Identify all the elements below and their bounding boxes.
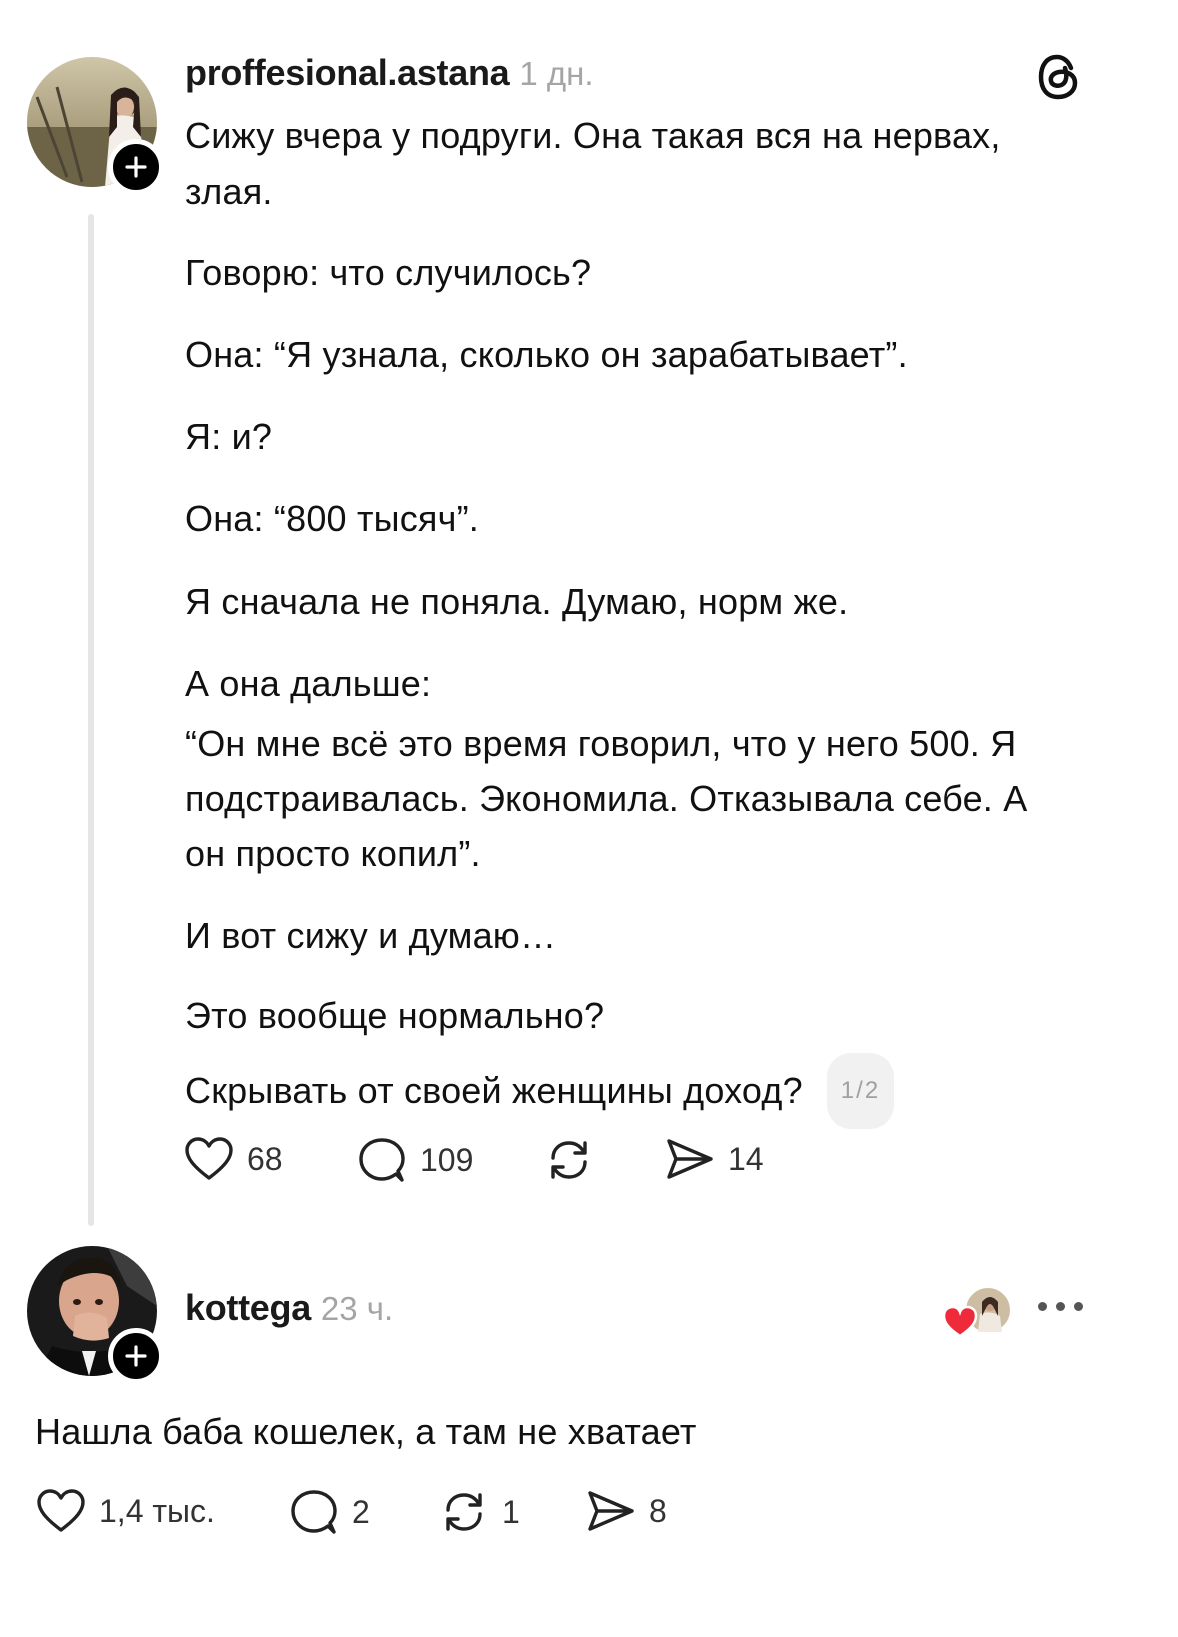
reply-header: kottega 23 ч. xyxy=(185,1287,393,1333)
post-line: Она: “Я узнала, сколько он зарабатывает”… xyxy=(185,334,908,375)
post-username[interactable]: proffesional.astana xyxy=(185,52,510,94)
reply-text: Нашла баба кошелек, а там не хватает xyxy=(35,1411,697,1452)
like-button[interactable]: 68 xyxy=(183,1136,283,1182)
post-line: Она: “800 тысяч”. xyxy=(185,498,479,539)
post-line: Скрывать от своей женщины доход? xyxy=(185,1070,803,1111)
comment-count: 109 xyxy=(420,1141,474,1178)
like-count: 68 xyxy=(247,1140,283,1177)
post-line: злая. xyxy=(185,171,273,212)
post-line: И вот сижу и думаю… xyxy=(185,915,557,956)
reply-comment-button[interactable]: 2 xyxy=(288,1488,370,1536)
reply-like-count: 1,4 тыс. xyxy=(99,1492,215,1529)
post-line: Я: и? xyxy=(185,416,273,457)
post-header: proffesional.astana 1 дн. xyxy=(185,52,594,98)
post-line: Говорю: что случилось? xyxy=(185,252,592,293)
post-line: он просто копил”. xyxy=(185,833,481,874)
more-options-icon[interactable] xyxy=(1038,1302,1083,1311)
share-button[interactable]: 14 xyxy=(664,1136,764,1182)
reply-username[interactable]: kottega xyxy=(185,1287,311,1329)
post-line: А она дальше: xyxy=(185,663,432,704)
send-icon xyxy=(667,1139,713,1179)
heart-icon xyxy=(37,1489,85,1532)
send-icon xyxy=(588,1491,634,1531)
threads-icon[interactable] xyxy=(1035,52,1083,107)
post-line: Я сначала не поняла. Думаю, норм же. xyxy=(185,581,849,622)
post-line: подстраивалась. Экономила. Отказывала се… xyxy=(185,778,1028,819)
reply-comment-count: 2 xyxy=(352,1493,370,1530)
comment-icon xyxy=(291,1490,337,1534)
reply-time: 23 ч. xyxy=(320,1290,394,1327)
reply-share-button[interactable]: 8 xyxy=(585,1488,667,1534)
follow-button[interactable] xyxy=(108,139,164,195)
liked-by-author xyxy=(940,1286,1014,1338)
reply-share-count: 8 xyxy=(649,1492,667,1529)
reply-repost-count: 1 xyxy=(502,1493,520,1530)
comment-icon xyxy=(359,1138,405,1182)
repost-icon xyxy=(446,1493,482,1531)
reply-repost-button[interactable]: 1 xyxy=(438,1488,520,1536)
repost-button[interactable] xyxy=(543,1136,595,1184)
heart-filled-icon xyxy=(942,1305,978,1338)
thread-line xyxy=(88,214,94,1226)
heart-icon xyxy=(185,1137,233,1180)
plus-icon xyxy=(125,156,147,178)
post-line: Это вообще нормально? xyxy=(185,995,605,1036)
post-line: “Он мне всё это время говорил, что у нег… xyxy=(185,723,1017,764)
page-indicator[interactable]: 1/2 xyxy=(826,1053,895,1129)
plus-icon xyxy=(125,1345,147,1367)
post-line-last: Скрывать от своей женщины доход? 1/2 xyxy=(185,1053,895,1129)
reply-follow-button[interactable] xyxy=(108,1328,164,1384)
reply-like-button[interactable]: 1,4 тыс. xyxy=(35,1488,215,1534)
comment-button[interactable]: 109 xyxy=(356,1136,473,1184)
post-time: 1 дн. xyxy=(519,55,594,92)
repost-icon xyxy=(551,1141,587,1179)
post-line: Сижу вчера у подруги. Она такая вся на н… xyxy=(185,115,1001,156)
share-count: 14 xyxy=(728,1140,764,1177)
